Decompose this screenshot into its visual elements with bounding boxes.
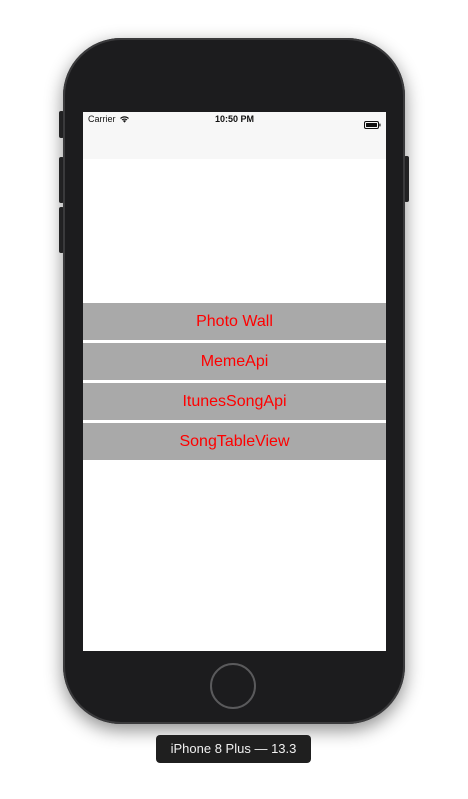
app-screen: Carrier 10:50 PM Photo Wall MemeApi Itun…	[83, 112, 386, 651]
song-table-view-button[interactable]: SongTableView	[83, 423, 386, 460]
device-label: iPhone 8 Plus — 13.3	[156, 735, 311, 763]
menu-list: Photo Wall MemeApi ItunesSongApi SongTab…	[83, 303, 386, 463]
battery-icon	[364, 116, 381, 129]
itunes-song-api-button[interactable]: ItunesSongApi	[83, 383, 386, 420]
status-bar: Carrier 10:50 PM	[83, 112, 386, 159]
photo-wall-button[interactable]: Photo Wall	[83, 303, 386, 340]
meme-api-button[interactable]: MemeApi	[83, 343, 386, 380]
status-time: 10:50 PM	[214, 114, 255, 124]
home-button[interactable]	[210, 663, 256, 709]
simulator-stage: Carrier 10:50 PM Photo Wall MemeApi Itun…	[0, 0, 468, 799]
